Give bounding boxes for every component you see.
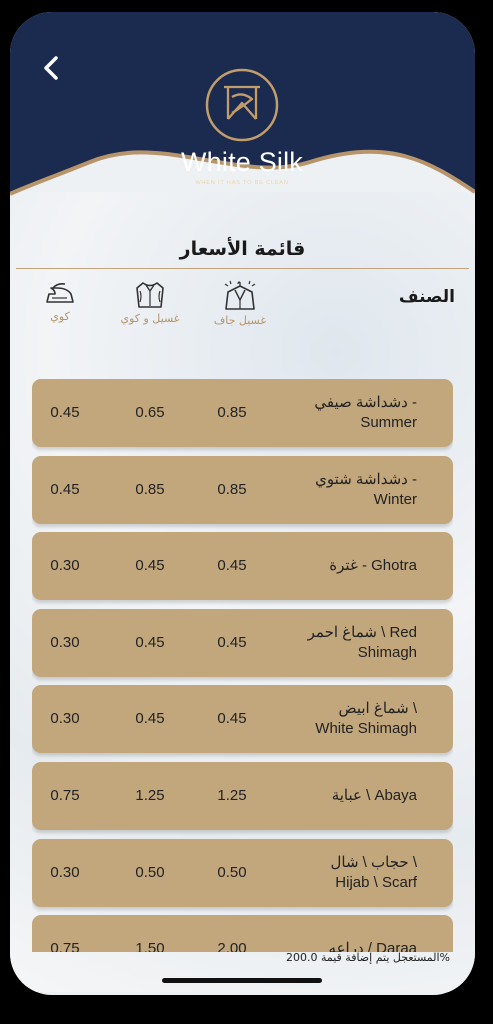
home-indicator[interactable] xyxy=(162,978,322,983)
item-name-line2: Summer xyxy=(360,414,417,431)
column-dry-clean: غسيل جاف xyxy=(202,280,278,327)
shirt-icon xyxy=(136,282,164,308)
price-row[interactable]: دشداشة صيفي - Summer 0.85 0.65 0.45 xyxy=(32,379,453,447)
price-row[interactable]: عباية \ Abaya 1.25 1.25 0.75 xyxy=(32,762,453,830)
column-wash-iron: غسيل و كوي xyxy=(110,280,190,325)
item-name: غترة - Ghotra xyxy=(252,532,417,600)
item-name: عباية \ Abaya xyxy=(252,762,417,830)
suit-icon xyxy=(224,280,256,310)
price-dry-clean: 0.45 xyxy=(217,633,247,651)
item-name-line1: شماغ احمر \ Red xyxy=(307,623,417,641)
price-row[interactable]: دشداشة شتوي - Winter 0.85 0.85 0.45 xyxy=(32,455,453,524)
price-list[interactable]: دشداشة صيفي - Summer 0.85 0.65 0.45 دشداشة شت… xyxy=(32,379,453,952)
price-dry-clean: 2.00 xyxy=(217,940,247,952)
item-name: دشداشة صيفي - Summer xyxy=(252,379,417,447)
price-wash-iron: 1.25 xyxy=(135,787,165,804)
item-name-line1: دشداشة شتوي - xyxy=(315,470,417,488)
price-row[interactable]: حجاب \ شال \ Hijab \ Scarf 0.50 0.50 0.30 xyxy=(32,838,453,907)
price-iron: 0.75 xyxy=(50,940,80,952)
title-divider xyxy=(16,268,469,269)
price-wash-iron: 0.85 xyxy=(135,480,165,498)
price-dry-clean: 0.50 xyxy=(217,863,247,881)
item-name-line1: حجاب \ شال \ xyxy=(330,853,417,871)
price-iron: 0.45 xyxy=(50,480,80,498)
column-wash-iron-label: غسيل و كوي xyxy=(120,312,180,325)
header: White Silk WHEN IT HAS TO BE CLEAN xyxy=(10,12,475,227)
item-name: دشداشة شتوي - Winter xyxy=(252,456,417,524)
item-name: شماغ ابيض \ White Shimagh xyxy=(252,685,417,753)
item-name-line1: غترة - Ghotra xyxy=(329,557,417,575)
page-title: قائمة الأسعار xyxy=(179,238,306,260)
item-name-line2: Hijab \ Scarf xyxy=(335,873,417,891)
price-row[interactable]: غترة - Ghotra 0.45 0.45 0.30 xyxy=(32,532,453,601)
item-name-line1: دشداشة صيفي - xyxy=(314,394,417,411)
price-dry-clean: 1.25 xyxy=(217,787,247,804)
phone-screen: White Silk WHEN IT HAS TO BE CLEAN قائمة… xyxy=(10,12,475,995)
price-wash-iron: 0.45 xyxy=(135,633,165,651)
item-name: دراعه / Daraa xyxy=(252,915,417,952)
price-wash-iron: 0.45 xyxy=(135,710,165,728)
price-iron: 0.75 xyxy=(50,787,80,804)
item-name: حجاب \ شال \ Hijab \ Scarf xyxy=(252,839,417,907)
price-iron: 0.30 xyxy=(50,633,80,651)
brand-name: White Silk xyxy=(180,147,304,178)
brand-logo: White Silk WHEN IT HAS TO BE CLEAN xyxy=(180,67,304,197)
price-wash-iron: 1.50 xyxy=(135,940,165,952)
urgent-surcharge-note: المستعجل يتم إضافة قيمة 200.0% xyxy=(285,951,450,964)
price-dry-clean: 0.45 xyxy=(217,557,247,575)
price-dry-clean: 0.45 xyxy=(217,710,247,728)
logo-emblem xyxy=(205,68,279,142)
column-category-label: الصنف xyxy=(398,287,455,307)
item-name: شماغ احمر \ Red Shimagh xyxy=(252,609,417,677)
iron-icon xyxy=(46,283,74,303)
brand-tagline: WHEN IT HAS TO BE CLEAN xyxy=(195,180,289,186)
price-wash-iron: 0.65 xyxy=(135,404,165,421)
back-button[interactable] xyxy=(36,50,66,86)
price-row[interactable]: دراعه / Daraa 2.00 1.50 0.75 xyxy=(32,915,453,952)
item-name-line2: Shimagh xyxy=(357,643,417,661)
chevron-left-icon xyxy=(44,56,58,80)
price-dry-clean: 0.85 xyxy=(217,404,247,421)
item-name-line2: White Shimagh xyxy=(315,720,417,738)
price-row[interactable]: شماغ احمر \ Red Shimagh 0.45 0.45 0.30 xyxy=(32,608,453,677)
brand-first: White xyxy=(180,147,251,177)
price-iron: 0.45 xyxy=(50,404,80,421)
price-iron: 0.30 xyxy=(50,557,80,575)
column-iron: كوي xyxy=(30,280,90,323)
item-name-line1: عباية \ Abaya xyxy=(331,787,417,804)
price-row[interactable]: شماغ ابيض \ White Shimagh 0.45 0.45 0.30 xyxy=(32,685,453,754)
column-dry-clean-label: غسيل جاف xyxy=(213,314,267,327)
item-name-line1: شماغ ابيض \ xyxy=(338,700,417,718)
price-iron: 0.30 xyxy=(50,710,80,728)
price-iron: 0.30 xyxy=(50,863,80,881)
price-wash-iron: 0.45 xyxy=(135,557,165,575)
price-wash-iron: 0.50 xyxy=(135,863,165,881)
brand-second: Silk xyxy=(258,147,304,177)
item-name-line2: Winter xyxy=(373,490,417,508)
price-dry-clean: 0.85 xyxy=(217,480,247,498)
column-iron-label: كوي xyxy=(50,310,70,323)
